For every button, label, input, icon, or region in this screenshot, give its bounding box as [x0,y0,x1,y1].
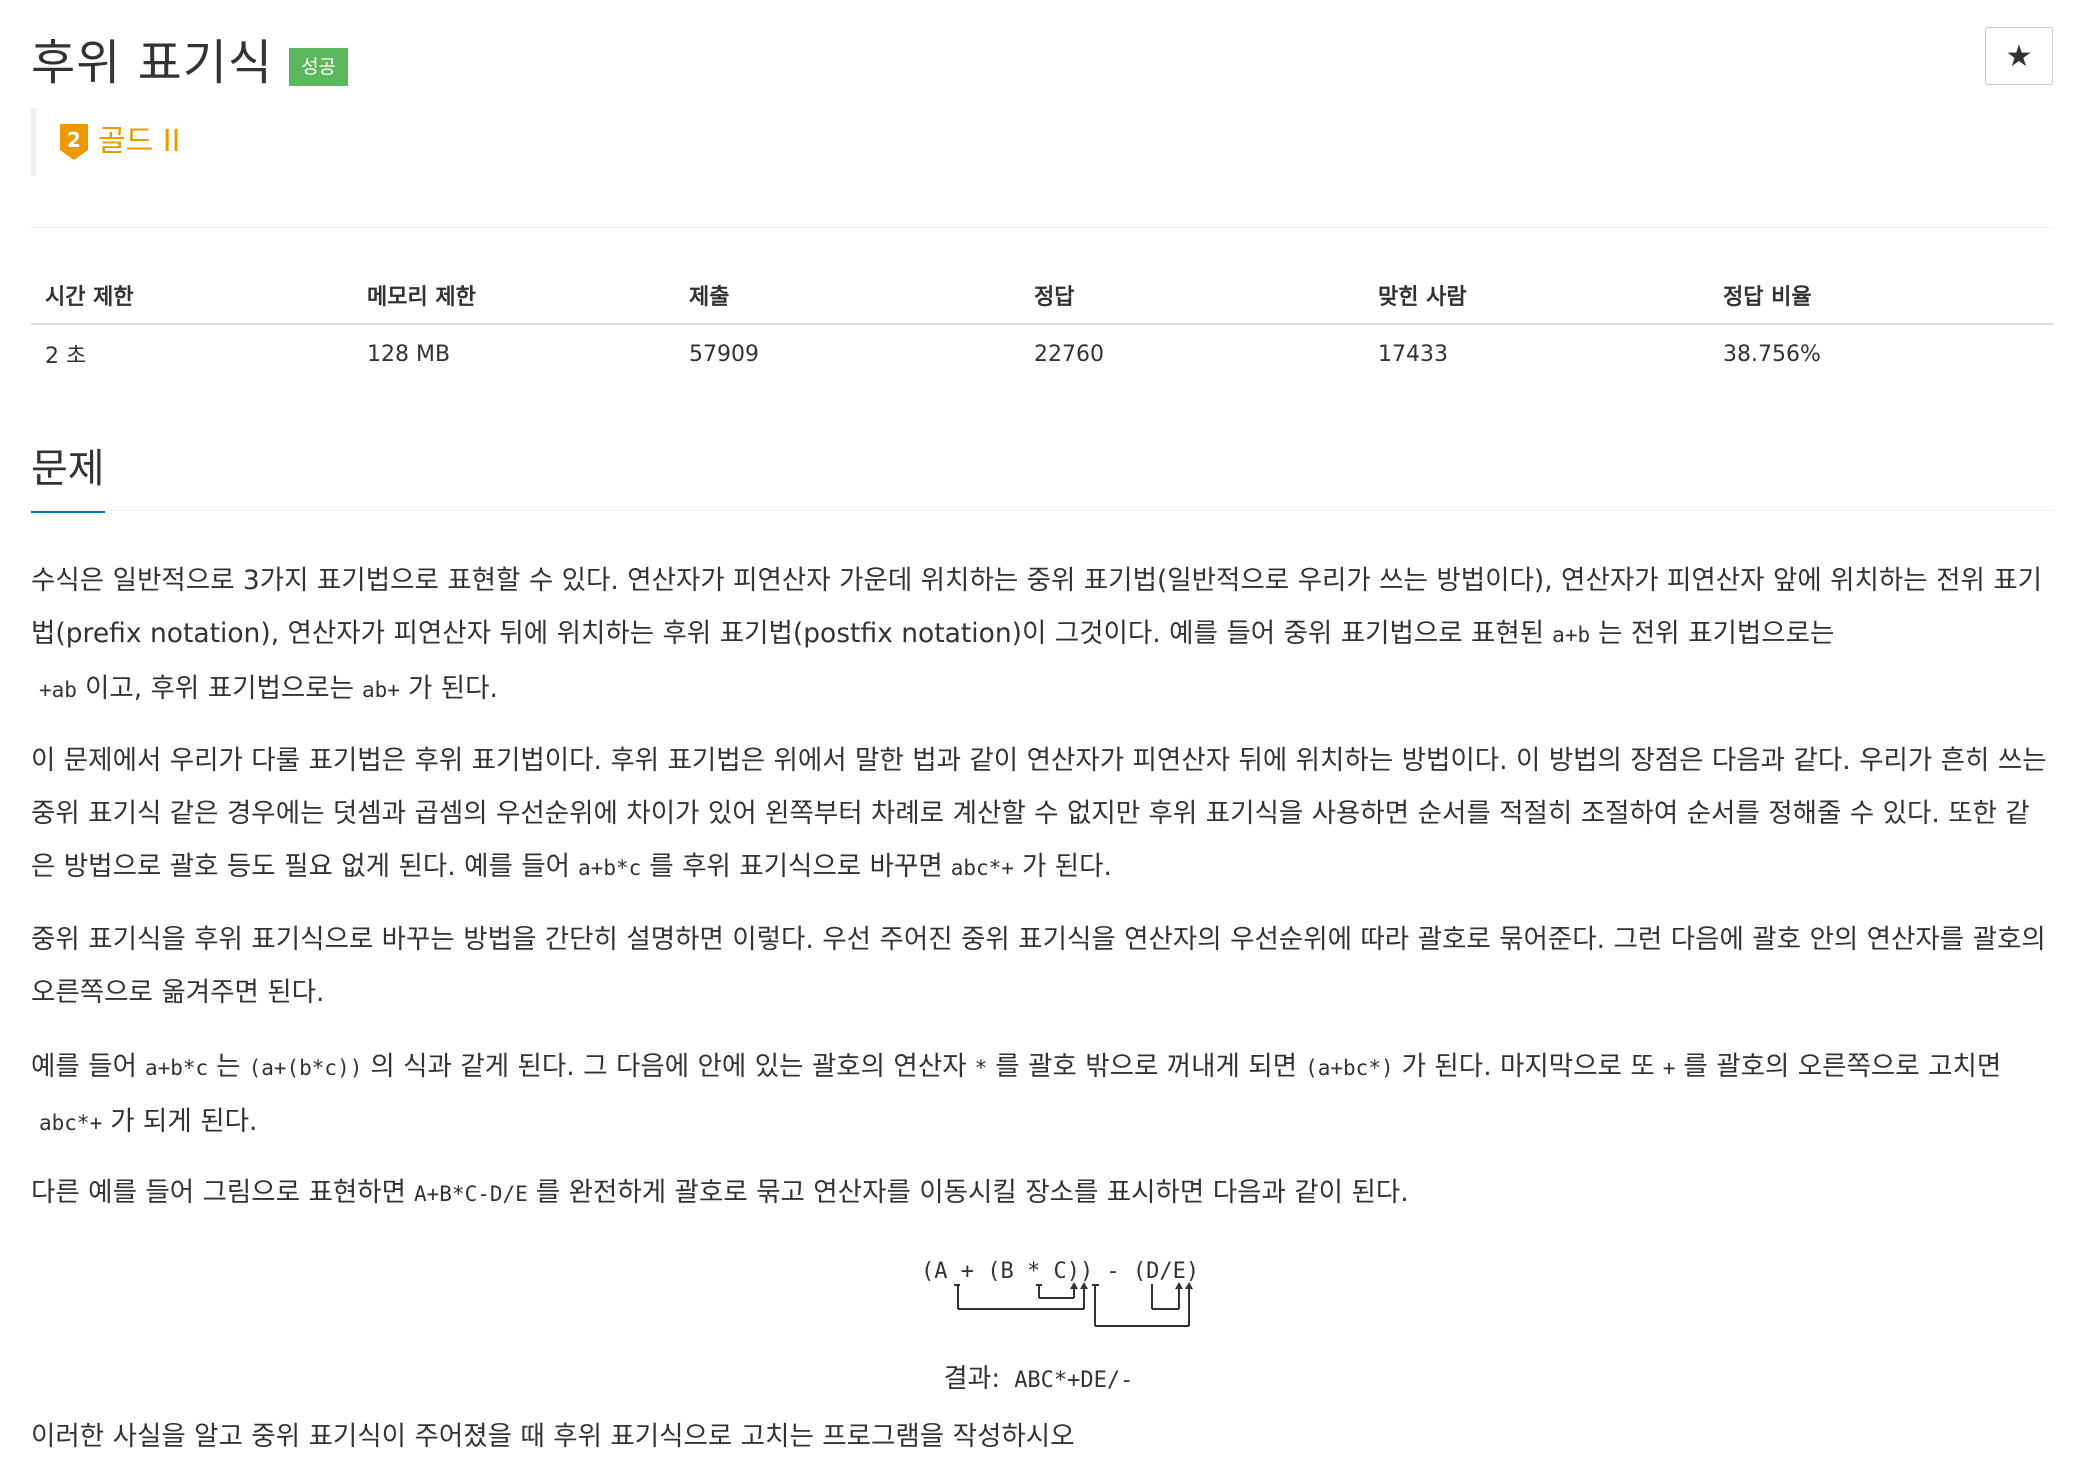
star-icon: ★ [2005,38,2033,74]
inline-code: ab+ [362,678,400,702]
column-header: 맞힌 사람 [1364,267,1709,325]
inline-code: abc*+ [39,1111,103,1135]
table-header-row: 시간 제한 메모리 제한 제출 정답 맞힌 사람 정답 비율 [31,267,2054,325]
title-row: 후위 표기식 성공 [31,28,349,98]
column-header: 정답 [1020,267,1364,325]
column-header: 제출 [675,267,1020,325]
problem-info-table: 시간 제한 메모리 제한 제출 정답 맞힌 사람 정답 비율 2 초 128 M… [31,267,2054,383]
diagram-arrows [954,1284,1190,1327]
status-badge: 성공 [289,48,349,86]
section-divider [31,510,2054,511]
inline-code: + [1662,1056,1676,1080]
result-label: 결과: [943,1364,1001,1394]
accepted-cell: 22760 [1034,341,1104,367]
problem-paragraph-6: 이러한 사실을 알고 중위 표기식이 주어졌을 때 후위 표기식으로 고치는 프… [31,1421,1075,1452]
table-row: 2 초 128 MB 57909 22760 17433 38.756% [31,324,2054,383]
result-line: 결과: ABC*+DE/- [31,1358,2054,1395]
tier-box: 2 골드 II [31,108,180,176]
inline-code: +ab [39,678,77,702]
diagram-expression: (A + (B * C)) - (D/E) [921,1259,1199,1284]
problem-section-title: 문제 [31,442,105,513]
problem-paragraph-2: 이 문제에서 우리가 다룰 표기법은 후위 표기법이다. 후위 표기법은 위에서… [31,745,2047,882]
memory-limit-cell: 128 MB [367,341,451,367]
inline-code: a+b*c [144,1056,209,1080]
tier-label[interactable]: 골드 II [98,122,180,162]
inline-code: (a+bc*) [1305,1056,1394,1080]
column-header: 시간 제한 [31,267,353,325]
inline-code: abc*+ [950,856,1014,880]
divider [31,227,2054,228]
svg-text:2: 2 [67,128,81,152]
column-header: 메모리 제한 [353,267,675,325]
submissions-cell: 57909 [689,341,759,367]
accept-ratio-cell: 38.756% [1723,341,1821,367]
problem-paragraph-3: 중위 표기식을 후위 표기식으로 바꾸는 방법을 간단히 설명하면 이렇다. 우… [31,924,2046,1008]
solved-users-cell: 17433 [1378,341,1448,367]
result-value: ABC*+DE/- [1014,1368,1134,1393]
time-limit-cell: 2 초 [45,344,87,369]
gold-tier-icon: 2 [60,124,88,160]
page-title: 후위 표기식 [31,35,274,91]
inline-code: a+b*c [578,856,642,880]
problem-paragraph-4: 예를 들어 a+b*c 는 (a+(b*c)) 의 식과 같게 된다. 그 다음에 안에… [31,1051,2002,1137]
inline-code: A+B*C-D/E [414,1182,528,1206]
problem-paragraph-1: 수식은 일반적으로 3가지 표기법으로 표현할 수 있다. 연산자가 피연산자 … [31,565,2043,704]
favorite-button[interactable]: ★ [1985,27,2053,85]
inline-code: a+b [1552,623,1591,647]
problem-paragraph-5: 다른 예를 들어 그림으로 표현하면 A+B*C-D/E 를 완전하게 괄호로 묶고… [31,1177,1409,1208]
inline-code: (a+(b*c)) [248,1056,363,1080]
expression-diagram: (A + (B * C)) - (D/E) [921,1259,1199,1327]
inline-code: * [974,1056,988,1080]
column-header: 정답 비율 [1709,267,2054,325]
